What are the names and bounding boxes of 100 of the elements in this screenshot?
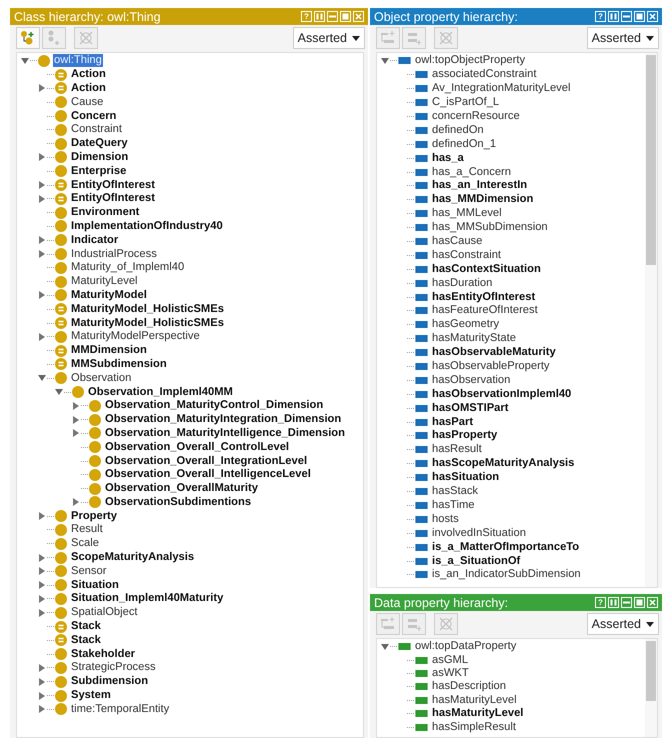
tree-item[interactable]: is_an_IndicatorSubDimension xyxy=(431,568,582,582)
collapsed-arrow-icon[interactable] xyxy=(38,554,46,562)
tree-item[interactable]: Situation_Impleml40Maturity xyxy=(70,592,224,606)
view-dropdown[interactable]: Asserted xyxy=(586,27,659,49)
tree-item[interactable]: Indicator xyxy=(70,234,120,247)
tree-item[interactable]: hasScopeMaturityAnalysis xyxy=(431,457,576,470)
tree-item[interactable]: Stakeholder xyxy=(70,648,136,661)
tree-item[interactable]: hasGeometry xyxy=(431,318,500,332)
scrollbar[interactable] xyxy=(645,639,657,737)
scrollbar[interactable] xyxy=(645,53,657,587)
maximize-icon[interactable] xyxy=(634,11,645,22)
tree-item[interactable]: hasCause xyxy=(431,235,484,248)
minimize-icon[interactable] xyxy=(621,597,632,608)
tree-item[interactable]: MMDimension xyxy=(70,344,148,358)
view-dropdown[interactable]: Asserted xyxy=(292,27,365,49)
view-dropdown[interactable]: Asserted xyxy=(586,613,659,635)
tree-item[interactable]: Sensor xyxy=(70,564,108,578)
collapsed-arrow-icon[interactable] xyxy=(38,84,46,92)
collapsed-arrow-icon[interactable] xyxy=(38,291,46,300)
tree-item[interactable]: hasStack xyxy=(431,485,480,498)
tree-item[interactable]: owl:topObjectProperty xyxy=(414,54,526,68)
collapsed-arrow-icon[interactable] xyxy=(38,153,46,162)
tree-item[interactable]: has_MMDimension xyxy=(431,193,534,206)
tree-item[interactable]: ImplementationOfIndustry40 xyxy=(70,220,224,233)
tree-item[interactable]: hasConstraint xyxy=(431,248,502,262)
tree-item[interactable]: SpatialObject xyxy=(70,606,139,620)
tree-item[interactable]: Observation_Overall_IntelligenceLevel xyxy=(104,468,312,482)
tree-item[interactable]: hasMaturityLevel xyxy=(431,707,524,720)
split-icon[interactable] xyxy=(608,11,619,22)
add-subitem-button[interactable] xyxy=(16,27,40,49)
tree-item[interactable]: Observation_MaturityIntelligence_Dimension xyxy=(104,426,346,440)
tree-item[interactable]: Av_IntegrationMaturityLevel xyxy=(431,82,572,96)
tree-item[interactable]: Scale xyxy=(70,537,100,550)
tree-item[interactable]: hasResult xyxy=(431,443,483,456)
tree-item[interactable]: Observation_Overall_ControlLevel xyxy=(104,440,290,454)
tree-item[interactable]: Stack xyxy=(70,620,102,634)
tree-item[interactable]: hasFeatureOfInterest xyxy=(431,304,539,318)
tree-item[interactable]: StrategicProcess xyxy=(70,661,157,674)
tree-item[interactable]: Result xyxy=(70,523,104,536)
tree-item[interactable]: Observation_MaturityIntegration_Dimension xyxy=(104,413,342,426)
close-icon[interactable] xyxy=(353,11,364,22)
tree-item[interactable]: Observation_MaturityControl_Dimension xyxy=(104,399,324,412)
tree-item[interactable]: DateQuery xyxy=(70,137,129,150)
minimize-icon[interactable] xyxy=(327,11,338,22)
tree-item[interactable]: definedOn_1 xyxy=(431,138,498,151)
collapsed-arrow-icon[interactable] xyxy=(38,664,46,672)
collapsed-arrow-icon[interactable] xyxy=(38,608,46,617)
collapsed-arrow-icon[interactable] xyxy=(72,498,80,506)
tree-item[interactable]: is_a_MatterOfImportanceTo xyxy=(431,540,580,554)
expanded-arrow-icon[interactable] xyxy=(21,56,29,65)
tree-item[interactable]: hasSimpleResult xyxy=(431,720,517,734)
collapsed-arrow-icon[interactable] xyxy=(38,567,46,576)
tree-item[interactable]: involvedInSituation xyxy=(431,526,527,540)
tree-item[interactable]: Dimension xyxy=(70,150,130,164)
tree-item[interactable]: hasProperty xyxy=(431,429,498,442)
tree-item[interactable]: Situation xyxy=(70,578,120,592)
tree-item[interactable]: Maturity_of_Impleml40 xyxy=(70,261,186,274)
tree-item[interactable]: hasMaturityLevel xyxy=(431,694,518,707)
collapsed-arrow-icon[interactable] xyxy=(72,429,80,438)
tree-item[interactable]: EntityOfInterest xyxy=(70,192,156,206)
close-icon[interactable] xyxy=(647,11,658,22)
tree-item[interactable]: hasObservation xyxy=(431,374,512,387)
tree-item[interactable]: definedOn xyxy=(431,124,485,137)
collapsed-arrow-icon[interactable] xyxy=(38,194,46,203)
tree-item[interactable]: concernResource xyxy=(431,110,521,123)
collapsed-arrow-icon[interactable] xyxy=(38,692,46,700)
expanded-arrow-icon[interactable] xyxy=(381,642,389,651)
tree-item[interactable]: Enterprise xyxy=(70,164,128,178)
tree-item[interactable]: has_MMSubDimension xyxy=(431,221,549,234)
expanded-arrow-icon[interactable] xyxy=(38,374,46,382)
tree-item[interactable]: Observation_Overall_IntegrationLevel xyxy=(104,454,308,468)
tree-item[interactable]: Environment xyxy=(70,206,140,220)
collapsed-arrow-icon[interactable] xyxy=(38,512,46,520)
tree-item[interactable]: has_a_Concern xyxy=(431,166,512,179)
collapsed-arrow-icon[interactable] xyxy=(38,705,46,714)
tree-item[interactable]: MaturityModel xyxy=(70,288,148,302)
close-icon[interactable] xyxy=(647,597,658,608)
tree-item[interactable]: hasOMSTIPart xyxy=(431,402,510,415)
tree-item[interactable]: hasObservationImpleml40 xyxy=(431,388,572,401)
tree-item[interactable]: owl:topDataProperty xyxy=(414,640,518,654)
expanded-arrow-icon[interactable] xyxy=(55,388,63,396)
tree-item[interactable]: MaturityModel_HolisticSMEs xyxy=(70,316,225,330)
tree-item[interactable]: Observation_Impleml40MM xyxy=(87,386,234,399)
tree-item[interactable]: MaturityModelPerspective xyxy=(70,330,201,344)
help-button[interactable]: ? xyxy=(595,11,606,22)
tree-item[interactable]: Observation xyxy=(70,372,132,385)
tree-item[interactable]: EntityOfInterest xyxy=(70,178,156,192)
tree-item[interactable]: Action xyxy=(70,68,107,82)
tree-item[interactable]: has_an_InterestIn xyxy=(431,179,528,192)
tree-item[interactable]: hasMaturityState xyxy=(431,332,517,346)
collapsed-arrow-icon[interactable] xyxy=(38,236,46,244)
minimize-icon[interactable] xyxy=(621,11,632,22)
tree-item[interactable]: hasTime xyxy=(431,498,476,512)
expanded-arrow-icon[interactable] xyxy=(381,56,389,65)
tree-item[interactable]: hasObservableProperty xyxy=(431,360,551,374)
tree-item[interactable]: asWKT xyxy=(431,666,470,680)
tree-item[interactable]: hosts xyxy=(431,512,460,526)
tree-item[interactable]: hasPart xyxy=(431,416,474,429)
split-icon[interactable] xyxy=(314,11,325,22)
tree-item[interactable]: hasObservableMaturity xyxy=(431,346,557,360)
